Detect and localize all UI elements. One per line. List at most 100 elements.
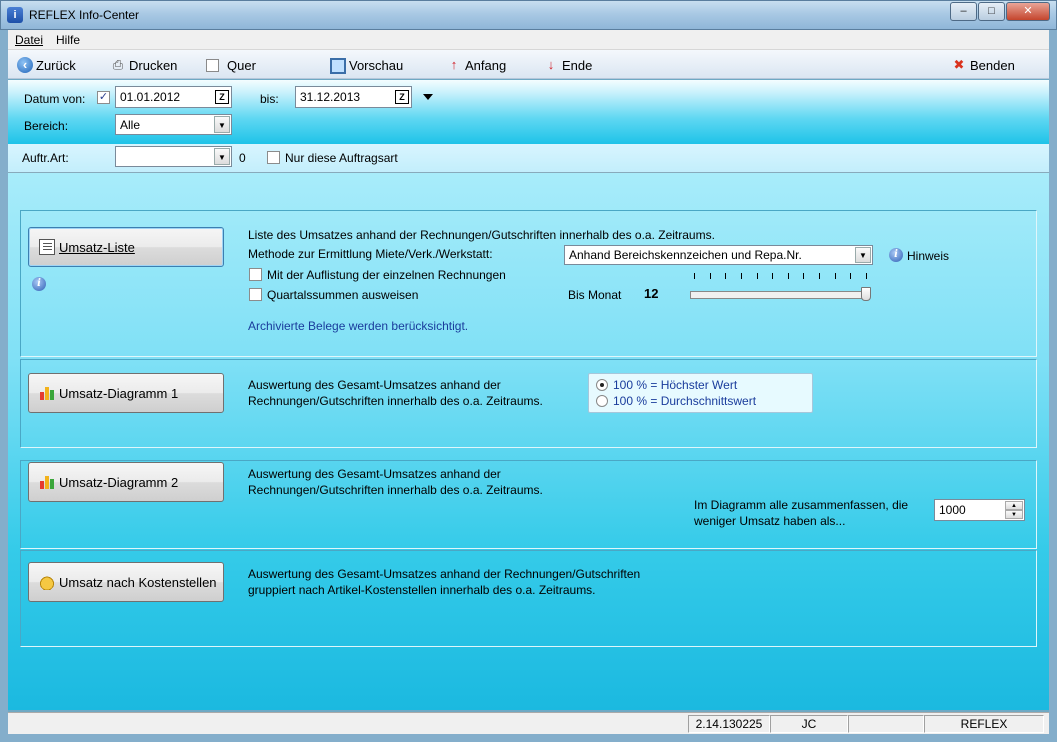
area-select[interactable]: Alle ▼ <box>115 114 232 135</box>
only-this-type-checkbox[interactable] <box>267 151 280 164</box>
max-value-label: 100 % = Höchster Wert <box>613 378 738 392</box>
menu-datei[interactable]: Datei <box>15 33 43 47</box>
average-value-label: 100 % = Durchschnittswert <box>613 394 757 408</box>
toolbar: ‹ Zurück ⎙ Drucken Quer Vorschau ↑ Anfan… <box>8 50 1049 79</box>
revenue-list-button[interactable]: Umsatz-Liste <box>28 227 224 267</box>
list-invoices-label: Mit der Auflistung der einzelnen Rechnun… <box>267 268 506 282</box>
status-version: 2.14.130225 <box>688 715 770 733</box>
method-value: Anhand Bereichskennzeichen und Repa.Nr. <box>569 248 802 262</box>
month-slider-tick <box>835 273 836 279</box>
month-slider-tick <box>788 273 789 279</box>
order-type-label: Auftr.Art: <box>22 151 69 165</box>
menu-hilfe[interactable]: Hilfe <box>56 33 80 47</box>
back-button[interactable]: ‹ Zurück <box>17 56 76 74</box>
close-button[interactable]: ✕ <box>1006 2 1050 21</box>
list-icon <box>39 239 55 255</box>
date-from-calendar-button[interactable]: Z <box>215 90 229 104</box>
group-below-line2: weniger Umsatz haben als... <box>694 514 846 528</box>
main-panel: Umsatz-Liste i Liste des Umsatzes anhand… <box>8 172 1049 710</box>
revenue-cost-centers-button[interactable]: Umsatz nach Kostenstellen <box>28 562 224 602</box>
spin-down-button[interactable]: ▼ <box>1005 510 1023 519</box>
window-frame-bottom <box>0 734 1057 742</box>
month-slider-tick <box>710 273 711 279</box>
filter-panel: Datum von: ✓ 01.01.2012 Z bis: 31.12.201… <box>8 80 1049 144</box>
landscape-toggle[interactable]: Quer <box>206 56 256 74</box>
monitor-icon <box>330 58 346 74</box>
month-slider-tick <box>741 273 742 279</box>
landscape-checkbox[interactable] <box>206 58 219 72</box>
preview-label: Vorschau <box>349 57 404 73</box>
cost-centers-desc-line2: gruppiert nach Artikel-Kostenstellen inn… <box>248 583 596 597</box>
maximize-button[interactable]: □ <box>978 2 1005 21</box>
revenue-chart-2-button[interactable]: Umsatz-Diagramm 2 <box>28 462 224 502</box>
month-slider-tick <box>819 273 820 279</box>
revenue-chart-1-button[interactable]: Umsatz-Diagramm 1 <box>28 373 224 413</box>
status-app: REFLEX <box>924 715 1044 733</box>
date-range-dropdown-icon[interactable] <box>423 94 433 100</box>
area-label: Bereich: <box>24 119 69 133</box>
close-red-icon: ✖ <box>953 57 965 72</box>
exit-label: Benden <box>970 57 1015 73</box>
group-threshold-value: 1000 <box>939 503 966 517</box>
method-label: Methode zur Ermittlung Miete/Verk./Werks… <box>248 247 493 261</box>
month-slider-tick <box>757 273 758 279</box>
date-from-value: 01.01.2012 <box>120 90 181 104</box>
order-type-select[interactable]: ▼ <box>115 146 232 167</box>
exit-button[interactable]: ✖ Benden <box>951 56 1015 74</box>
cost-centers-desc-line1: Auswertung des Gesamt-Umsatzes anhand de… <box>248 567 641 581</box>
print-label: Drucken <box>129 57 178 73</box>
chevron-down-icon: ▼ <box>214 116 230 133</box>
spin-up-button[interactable]: ▲ <box>1005 501 1023 510</box>
archive-note: Archivierte Belege werden berücksichtigt… <box>248 319 469 333</box>
date-from-checkbox[interactable]: ✓ <box>97 91 110 104</box>
order-type-count: 0 <box>239 151 246 165</box>
hint-label[interactable]: Hinweis <box>907 248 949 264</box>
date-to-value: 31.12.2013 <box>300 90 361 104</box>
window-title: REFLEX Info-Center <box>29 8 140 22</box>
first-label: Anfang <box>465 57 507 73</box>
month-slider-tick <box>866 273 867 279</box>
title-bar[interactable]: i REFLEX Info-Center – □ ✕ <box>0 0 1057 30</box>
status-user: JC <box>770 715 848 733</box>
info-icon[interactable]: i <box>32 277 46 291</box>
coins-icon <box>39 574 55 590</box>
month-slider-ticks <box>690 273 870 279</box>
chevron-down-icon: ▼ <box>855 247 871 263</box>
window-frame-left <box>0 30 8 734</box>
month-slider-thumb[interactable] <box>861 287 871 301</box>
date-from-label: Datum von: <box>24 92 86 106</box>
method-select[interactable]: Anhand Bereichskennzeichen und Repa.Nr. … <box>564 245 873 265</box>
group-threshold-input[interactable]: 1000 ▲ ▼ <box>934 499 1025 521</box>
date-to-calendar-button[interactable]: Z <box>395 90 409 104</box>
arrow-up-icon: ↑ <box>450 57 458 72</box>
month-slider-tick <box>772 273 773 279</box>
date-to-label: bis: <box>260 92 279 106</box>
average-value-radio[interactable] <box>596 395 608 407</box>
menu-bar: Datei Hilfe <box>8 30 1049 50</box>
status-empty <box>848 715 924 733</box>
minimize-button[interactable]: – <box>950 2 977 21</box>
month-slider-tick <box>694 273 695 279</box>
quarter-sums-checkbox[interactable] <box>249 288 262 301</box>
preview-button[interactable]: Vorschau <box>330 56 403 74</box>
print-button[interactable]: ⎙ Drucken <box>110 56 178 74</box>
printer-icon: ⎙ <box>112 57 124 72</box>
app-info-icon: i <box>7 7 23 23</box>
menu-hilfe-label: Hilfe <box>56 33 81 47</box>
only-this-type-label: Nur diese Auftragsart <box>285 151 398 165</box>
arrow-left-icon: ‹ <box>17 57 33 73</box>
date-to-input[interactable]: 31.12.2013 Z <box>295 86 412 108</box>
last-button[interactable]: ↓ Ende <box>543 56 593 74</box>
revenue-chart-2-label: Umsatz-Diagramm 2 <box>59 474 179 490</box>
window-frame-right <box>1049 30 1057 734</box>
group-below-line1: Im Diagramm alle zusammenfassen, die <box>694 498 909 512</box>
back-label: Zurück <box>36 57 76 73</box>
hint-info-icon[interactable]: i <box>889 248 903 262</box>
arrow-down-icon: ↓ <box>547 57 555 72</box>
max-value-radio[interactable] <box>596 379 608 391</box>
month-slider-tick <box>850 273 851 279</box>
month-slider-track[interactable] <box>690 291 870 299</box>
date-from-input[interactable]: 01.01.2012 Z <box>115 86 232 108</box>
first-button[interactable]: ↑ Anfang <box>446 56 506 74</box>
list-invoices-checkbox[interactable] <box>249 268 262 281</box>
